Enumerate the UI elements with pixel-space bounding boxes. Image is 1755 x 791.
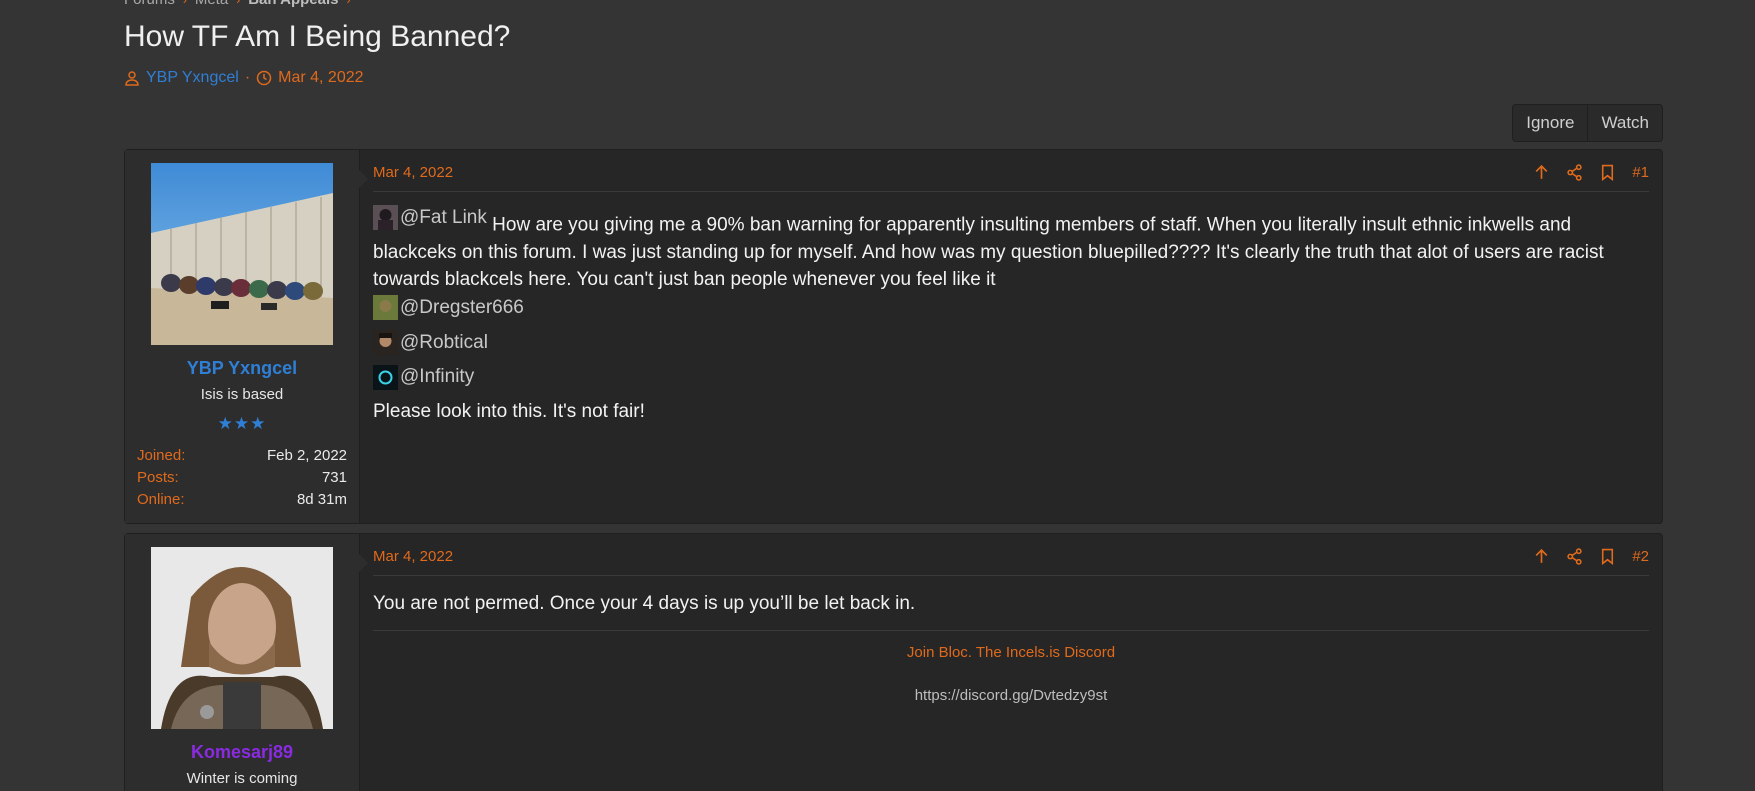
- post-body: @Fat Link How are you giving me a 90% ba…: [373, 192, 1649, 426]
- post-actions: #1: [1533, 160, 1649, 181]
- post-number-link[interactable]: #1: [1632, 164, 1649, 181]
- joined-value: Feb 2, 2022: [266, 447, 347, 464]
- breadcrumb-item-forums[interactable]: Forums: [124, 0, 175, 8]
- online-value: 8d 31m: [296, 491, 347, 508]
- post-user-cell: YBP Yxngcel Isis is based ★★★ Joined: Feb…: [125, 150, 368, 523]
- post-main-cell: Mar 4, 2022 #1 @Fat Link How are you giv…: [360, 150, 1662, 523]
- post-closing: Please look into this. It's not fair!: [373, 401, 645, 422]
- breadcrumb-separator-icon: ›: [183, 0, 187, 7]
- user-cell-arrow: [359, 170, 368, 188]
- joined-label: Joined:: [137, 447, 186, 464]
- post-user-cell: Komesarj89 Winter is coming: [125, 534, 368, 791]
- user-mention[interactable]: @Fat Link: [373, 204, 487, 232]
- user-title: Isis is based: [200, 386, 284, 403]
- mention-line: @Infinity: [373, 363, 1649, 398]
- share-icon[interactable]: [1566, 164, 1583, 181]
- breadcrumb-item-meta[interactable]: Meta: [195, 0, 228, 8]
- user-cell-arrow: [359, 554, 368, 572]
- post-header: Mar 4, 2022 #2: [373, 534, 1649, 576]
- mention-avatar: [373, 329, 398, 355]
- arrow-up-icon[interactable]: [1533, 164, 1550, 181]
- mention-avatar: [373, 205, 398, 231]
- user-mention[interactable]: @Robtical: [373, 329, 488, 357]
- signature: Join Bloc. The Incels.is Discord https:/…: [373, 629, 1649, 710]
- user-mention[interactable]: @Dregster666: [373, 294, 524, 322]
- arrow-up-icon[interactable]: [1533, 548, 1550, 565]
- ignore-button[interactable]: Ignore: [1513, 105, 1588, 141]
- user-title: Winter is coming: [186, 770, 298, 787]
- post-date-link[interactable]: Mar 4, 2022: [373, 544, 453, 565]
- user-rank-stars: ★★★: [217, 414, 267, 433]
- post-username[interactable]: YBP Yxngcel: [125, 358, 359, 379]
- posts-value: 731: [321, 469, 347, 486]
- page-title: How TF Am I Being Banned?: [124, 20, 511, 53]
- post-actions: #2: [1533, 544, 1649, 565]
- posts-label: Posts:: [137, 469, 179, 486]
- post-username[interactable]: Komesarj89: [125, 742, 359, 763]
- post-text: How are you giving me a 90% ban warning …: [373, 214, 1604, 291]
- post-number-link[interactable]: #2: [1632, 548, 1649, 565]
- clock-icon: [256, 70, 272, 86]
- share-icon[interactable]: [1566, 548, 1583, 565]
- breadcrumb: Forums › Meta › Ban Appeals ›: [124, 0, 351, 8]
- thread-date-link[interactable]: Mar 4, 2022: [278, 69, 363, 87]
- meta-separator: ·: [244, 69, 251, 86]
- signature-link[interactable]: Join Bloc. The Incels.is Discord: [373, 639, 1649, 661]
- signature-url[interactable]: https://discord.gg/Dvtedzy9st: [373, 682, 1649, 710]
- post-header: Mar 4, 2022 #1: [373, 150, 1649, 192]
- user-icon: [125, 71, 139, 86]
- user-mention[interactable]: @Infinity: [373, 363, 474, 391]
- post-1: YBP Yxngcel Isis is based ★★★ Joined: Feb…: [124, 149, 1663, 524]
- post-main-cell: Mar 4, 2022 #2 You are not permed. Once …: [360, 534, 1662, 791]
- mention-avatar: [373, 364, 398, 390]
- post-paragraph: @Fat Link How are you giving me a 90% ba…: [373, 204, 1649, 294]
- user-stats: Joined: Feb 2, 2022 Posts: 731 Online: 8d 3…: [137, 447, 347, 513]
- mention-line: @Dregster666: [373, 294, 1649, 329]
- mention-text[interactable]: @Robtical: [400, 329, 488, 357]
- mention-line: @Robtical: [373, 329, 1649, 364]
- post-2: Komesarj89 Winter is coming Mar 4, 2022 …: [124, 533, 1663, 791]
- avatar[interactable]: [151, 547, 333, 729]
- thread-meta: YBP Yxngcel · Mar 4, 2022: [124, 69, 364, 87]
- bookmark-icon[interactable]: [1599, 164, 1616, 181]
- mention-text[interactable]: @Infinity: [400, 363, 474, 391]
- bookmark-icon[interactable]: [1599, 548, 1616, 565]
- mention-text[interactable]: @Dregster666: [400, 294, 524, 322]
- post-body: You are not permed. Once your 4 days is …: [373, 576, 1649, 709]
- breadcrumb-item-ban-appeals[interactable]: Ban Appeals: [248, 0, 338, 8]
- mention-avatar: [373, 295, 398, 320]
- post-text: You are not permed. Once your 4 days is …: [373, 593, 916, 614]
- online-label: Online:: [137, 491, 185, 508]
- mention-text[interactable]: @Fat Link: [400, 204, 487, 232]
- avatar[interactable]: [151, 163, 333, 345]
- watch-button[interactable]: Watch: [1587, 105, 1662, 141]
- thread-author-link[interactable]: YBP Yxngcel: [146, 69, 239, 87]
- post-date-link[interactable]: Mar 4, 2022: [373, 160, 453, 181]
- thread-actions: Ignore Watch: [1512, 104, 1663, 142]
- breadcrumb-separator-icon: ›: [236, 0, 240, 7]
- breadcrumb-separator-icon: ›: [347, 0, 351, 7]
